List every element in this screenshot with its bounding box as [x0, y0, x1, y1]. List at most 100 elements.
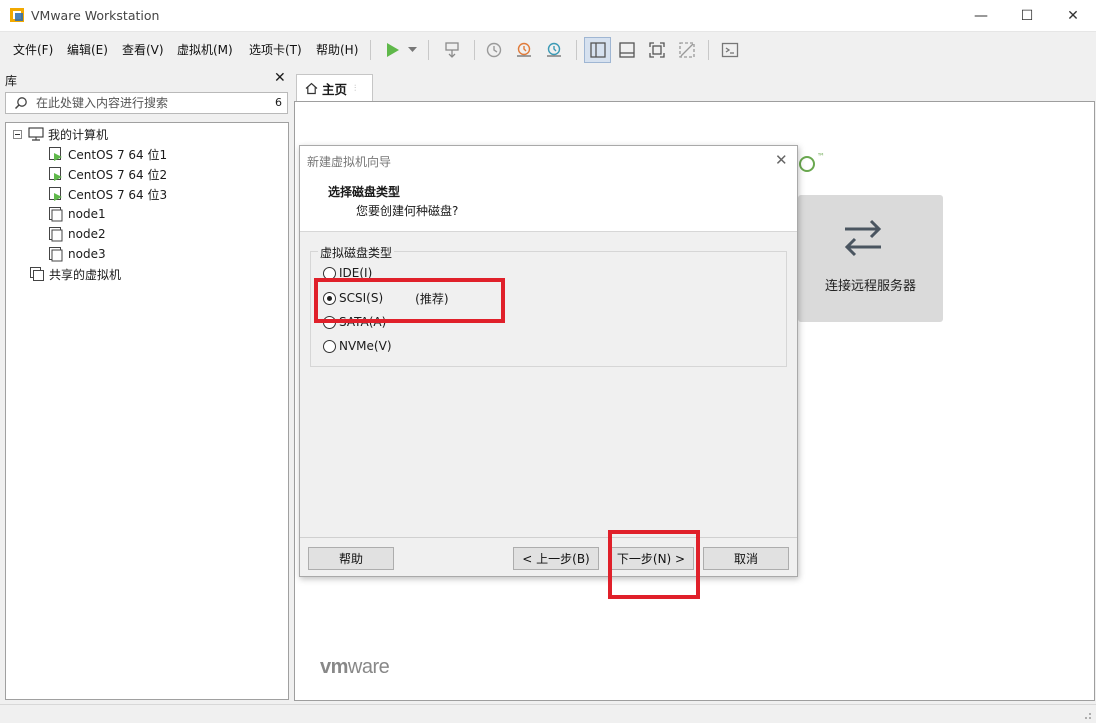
window-title: VMware Workstation — [31, 8, 160, 23]
close-icon: ✕ — [1067, 8, 1079, 24]
dialog-subheading: 您要创建何种磁盘? — [356, 204, 459, 218]
library-close-icon[interactable]: ✕ — [274, 70, 286, 86]
logo-fragment-icon: ™ — [799, 152, 825, 172]
library-panel: 库 ✕ 6 我的计算机 CentOS 7 64 位1 CentOS 7 64 位… — [0, 68, 292, 704]
menu-help[interactable]: 帮助(H) — [316, 41, 358, 58]
library-view-icon — [589, 42, 606, 58]
revert-snapshot-icon — [517, 42, 531, 57]
vm-running-icon — [49, 147, 62, 161]
svg-text:™: ™ — [817, 152, 825, 161]
help-button[interactable]: 帮助 — [308, 547, 394, 570]
shared-vms-icon — [30, 267, 44, 281]
send-keys-button[interactable] — [439, 37, 465, 63]
tree-item-label: CentOS 7 64 位1 — [68, 147, 168, 162]
vm-icon — [49, 207, 63, 222]
swap-arrows-icon — [844, 219, 882, 257]
snapshot-manager-button[interactable] — [541, 37, 567, 63]
minimize-button[interactable]: — — [958, 0, 1004, 32]
toolbar-separator — [370, 40, 371, 60]
tree-item-label: CentOS 7 64 位3 — [68, 187, 168, 202]
play-dropdown-button[interactable] — [404, 37, 420, 63]
search-input[interactable] — [36, 96, 266, 110]
highlight-scsi-option — [314, 278, 505, 323]
console-icon — [721, 42, 739, 58]
status-bar — [0, 704, 1096, 723]
menu-vm[interactable]: 虚拟机(M) — [177, 41, 233, 58]
console-button[interactable] — [717, 37, 743, 63]
tree-item-shared-vms[interactable]: 共享的虚拟机 — [29, 265, 121, 283]
home-icon — [305, 82, 318, 95]
tree-item-my-computer[interactable]: 我的计算机 — [13, 125, 108, 143]
minimize-icon: — — [974, 8, 988, 24]
new-vm-wizard-dialog: 新建虚拟机向导 ✕ 选择磁盘类型 您要创建何种磁盘? 虚拟磁盘类型 IDE(I)… — [299, 145, 798, 577]
library-tree: 我的计算机 CentOS 7 64 位1 CentOS 7 64 位2 Cent… — [5, 122, 289, 700]
search-result-count: 6 — [275, 96, 282, 109]
toolbar-separator — [708, 40, 709, 60]
back-button[interactable]: < 上一步(B) — [513, 547, 599, 570]
tree-item-label: 我的计算机 — [48, 127, 109, 142]
revert-snapshot-button[interactable] — [511, 37, 537, 63]
thumbnail-bar-button[interactable] — [614, 37, 640, 63]
tab-label: 主页 — [322, 82, 348, 97]
play-button[interactable] — [380, 37, 404, 63]
menu-edit[interactable]: 编辑(E) — [67, 41, 108, 58]
fullscreen-icon — [649, 42, 665, 58]
dialog-close-icon[interactable]: ✕ — [775, 151, 788, 169]
collapse-icon[interactable] — [13, 129, 22, 139]
computer-icon — [28, 127, 44, 141]
send-keys-icon — [445, 42, 459, 58]
play-icon — [387, 43, 399, 57]
tab-pin-icon[interactable]: ⫶ — [354, 84, 356, 94]
tree-item-vm[interactable]: CentOS 7 64 位1 — [48, 145, 167, 163]
title-bar: VMware Workstation — ☐ ✕ — [0, 0, 1096, 32]
vm-running-icon — [49, 187, 62, 201]
maximize-button[interactable]: ☐ — [1004, 0, 1050, 32]
remote-server-label: 连接远程服务器 — [824, 279, 916, 294]
menu-file[interactable]: 文件(F) — [13, 41, 53, 58]
highlight-next-button — [608, 530, 700, 599]
tree-item-label: 共享的虚拟机 — [49, 267, 122, 282]
vm-icon — [49, 247, 63, 262]
option-label: NVMe(V) — [339, 339, 392, 353]
menu-bar: 文件(F) 编辑(E) 查看(V) 虚拟机(M) 选项卡(T) 帮助(H) — [0, 32, 1096, 66]
vm-running-icon — [49, 167, 62, 181]
connect-remote-server-tile[interactable]: 连接远程服务器 — [798, 195, 943, 322]
tree-item-vm[interactable]: CentOS 7 64 位3 — [48, 185, 167, 203]
tree-item-label: node1 — [68, 207, 106, 221]
radio-unchecked-icon — [323, 339, 336, 353]
tree-item-label: node3 — [68, 247, 106, 261]
library-title: 库 — [5, 74, 18, 88]
dialog-heading: 选择磁盘类型 — [328, 185, 401, 199]
snapshot-icon — [486, 42, 502, 58]
vm-icon — [49, 227, 63, 242]
dialog-header: 新建虚拟机向导 ✕ 选择磁盘类型 您要创建何种磁盘? — [300, 146, 797, 232]
toolbar-separator — [428, 40, 429, 60]
vmware-brand-logo: vmware — [320, 656, 390, 678]
unity-button[interactable] — [674, 37, 700, 63]
radio-nvme[interactable]: NVMe(V) — [323, 338, 392, 354]
fullscreen-button[interactable] — [644, 37, 670, 63]
toolbar-separator — [474, 40, 475, 60]
library-search[interactable]: 6 — [5, 92, 288, 114]
vmware-app-icon — [10, 8, 24, 22]
resize-grip-icon[interactable] — [1082, 710, 1092, 720]
tree-item-label: node2 — [68, 227, 106, 241]
dropdown-icon — [407, 47, 417, 52]
dialog-title: 新建虚拟机向导 — [307, 155, 392, 169]
snapshot-button[interactable] — [481, 37, 507, 63]
tree-item-vm[interactable]: node3 — [48, 245, 106, 263]
tab-home[interactable]: 主页 ⫶ — [296, 74, 373, 102]
library-view-button[interactable] — [584, 37, 611, 63]
tree-item-vm[interactable]: node2 — [48, 225, 106, 243]
close-window-button[interactable]: ✕ — [1050, 0, 1096, 32]
cancel-button[interactable]: 取消 — [703, 547, 789, 570]
tree-item-vm[interactable]: node1 — [48, 205, 106, 223]
maximize-icon: ☐ — [1020, 8, 1034, 24]
menu-tabs[interactable]: 选项卡(T) — [249, 41, 302, 58]
toolbar-separator — [576, 40, 577, 60]
tree-item-vm[interactable]: CentOS 7 64 位2 — [48, 165, 167, 183]
menu-view[interactable]: 查看(V) — [122, 41, 164, 58]
dialog-separator — [300, 537, 797, 538]
unity-icon — [679, 42, 695, 58]
group-label: 虚拟磁盘类型 — [318, 244, 395, 261]
